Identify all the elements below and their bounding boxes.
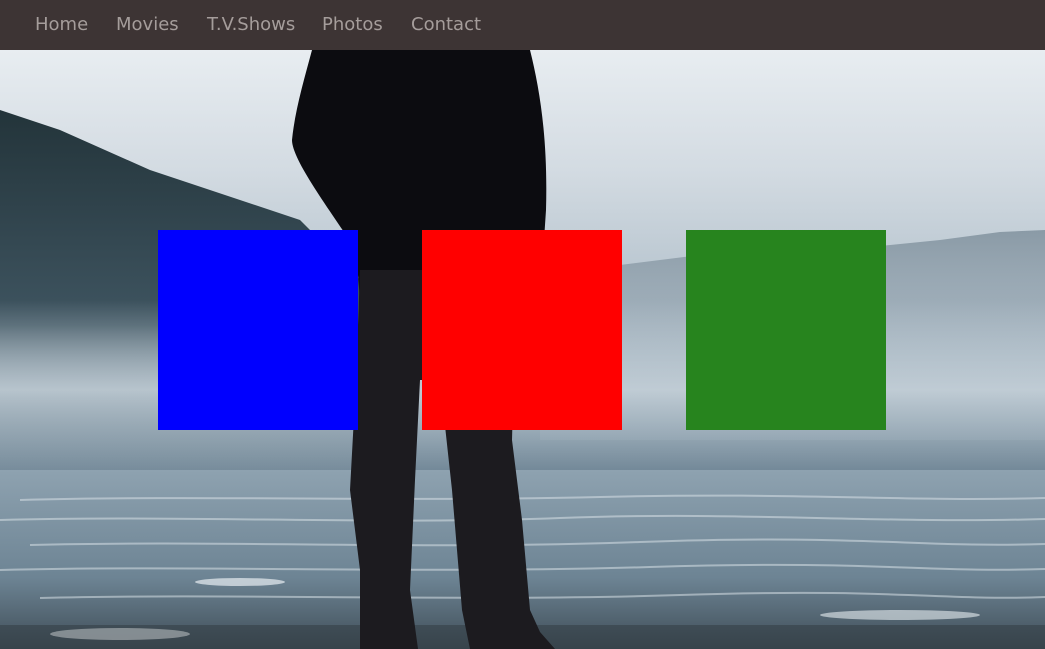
nav-link-movies[interactable]: Movies — [116, 0, 179, 50]
nav-link-home[interactable]: Home — [35, 0, 88, 50]
nav-link-photos[interactable]: Photos — [322, 0, 383, 50]
green-square — [686, 230, 886, 430]
hero-background-image — [0, 50, 1045, 649]
blue-square — [158, 230, 358, 430]
nav-link-contact[interactable]: Contact — [411, 0, 481, 50]
red-square — [422, 230, 622, 430]
nav-link-tv-shows[interactable]: T.V.Shows — [207, 0, 295, 50]
page: Home Movies T.V.Shows Photos Contact — [0, 0, 1045, 649]
top-navbar: Home Movies T.V.Shows Photos Contact — [0, 0, 1045, 50]
